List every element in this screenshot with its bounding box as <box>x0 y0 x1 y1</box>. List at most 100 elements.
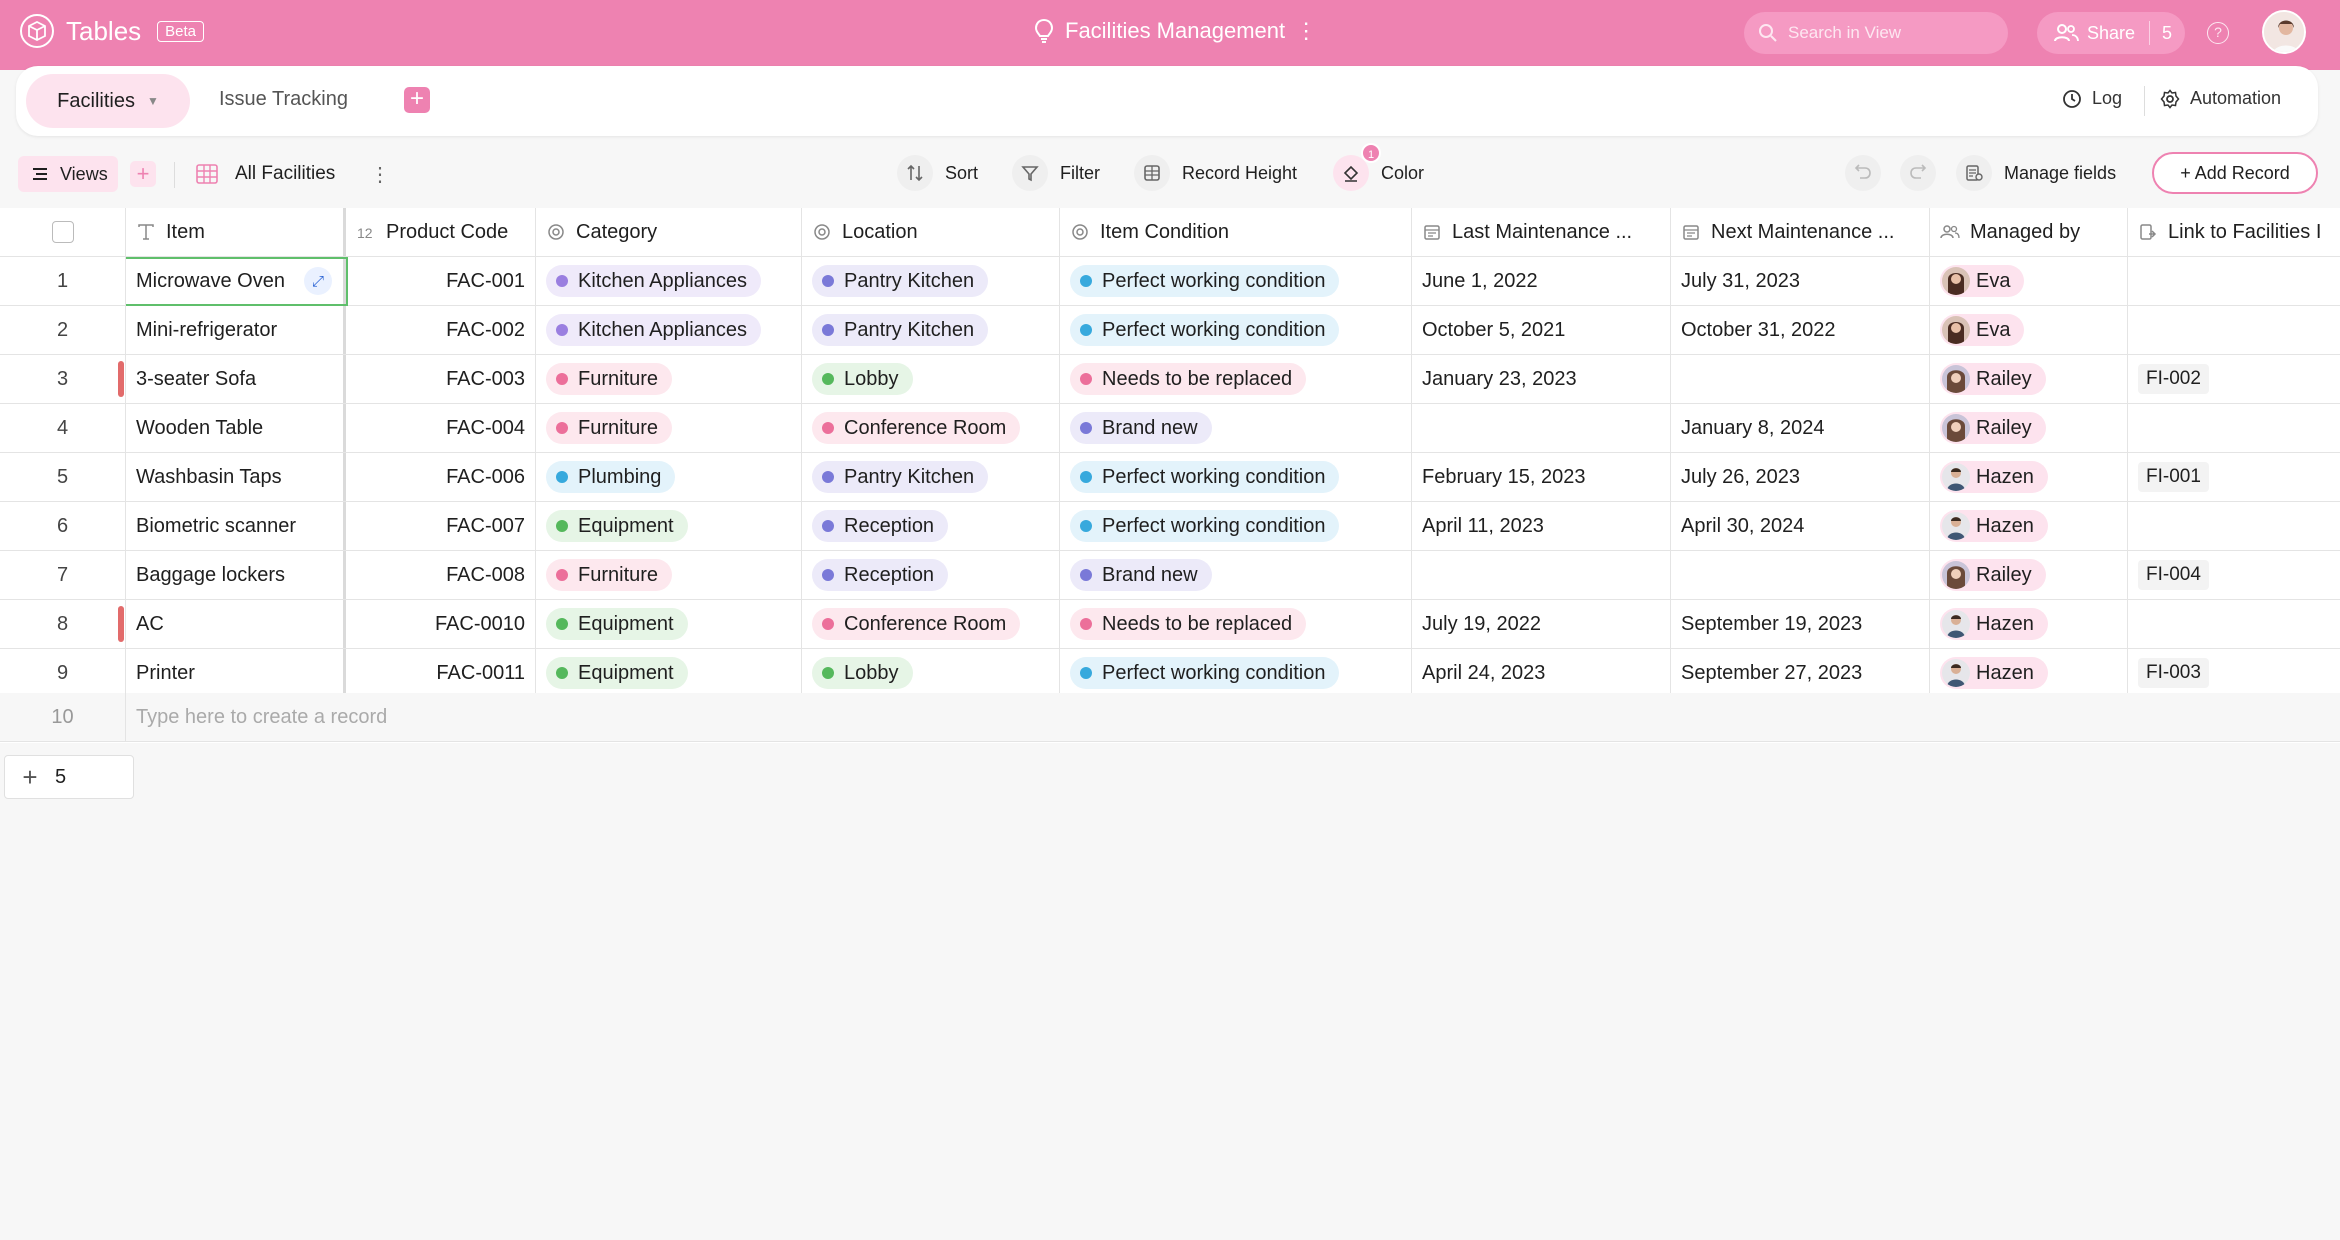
cell-category[interactable]: Kitchen Appliances <box>536 306 802 354</box>
base-menu-icon[interactable]: ⋮ <box>1295 18 1317 44</box>
table-row[interactable]: 1 Microwave Oven FAC-001 Kitchen Appliances… <box>0 257 2340 306</box>
cell-managed-by[interactable]: Railey <box>1930 404 2128 452</box>
cell-item-condition[interactable]: Perfect working condition <box>1060 502 1412 550</box>
redo-button[interactable] <box>1900 155 1936 191</box>
cell-item[interactable]: Printer <box>126 649 346 697</box>
cell-link-to-facilities[interactable] <box>2128 257 2340 305</box>
chevron-down-icon[interactable]: ▼ <box>147 94 159 108</box>
linked-record-chip[interactable]: FI-004 <box>2138 560 2209 590</box>
add-view-button[interactable]: + <box>130 161 156 187</box>
cell-next-maintenance[interactable]: April 30, 2024 <box>1671 502 1930 550</box>
cell-managed-by[interactable]: Hazen <box>1930 649 2128 697</box>
select-all[interactable] <box>0 208 126 256</box>
cell-next-maintenance[interactable] <box>1671 355 1930 403</box>
tab-issue-tracking[interactable]: Issue Tracking <box>219 88 348 111</box>
cell-next-maintenance[interactable] <box>1671 551 1930 599</box>
cell-product-code[interactable]: FAC-0011 <box>346 649 536 697</box>
current-view[interactable]: All Facilities <box>195 162 335 186</box>
cell-item-condition[interactable]: Perfect working condition <box>1060 453 1412 501</box>
column-header-next-maintenance[interactable]: Next Maintenance ... <box>1671 208 1930 256</box>
cell-next-maintenance[interactable]: July 26, 2023 <box>1671 453 1930 501</box>
cell-last-maintenance[interactable]: October 5, 2021 <box>1412 306 1671 354</box>
cell-link-to-facilities[interactable] <box>2128 306 2340 354</box>
color-button[interactable]: 1 Color <box>1333 143 1424 191</box>
add-record-button[interactable]: + Add Record <box>2152 152 2318 194</box>
expand-record-icon[interactable]: ⤢ <box>304 267 332 295</box>
cell-next-maintenance[interactable]: July 31, 2023 <box>1671 257 1930 305</box>
cell-last-maintenance[interactable]: February 15, 2023 <box>1412 453 1671 501</box>
cell-location[interactable]: Lobby <box>802 355 1060 403</box>
cell-item-condition[interactable]: Perfect working condition <box>1060 257 1412 305</box>
cell-link-to-facilities[interactable]: FI-004 <box>2128 551 2340 599</box>
log-button[interactable]: Log <box>2062 88 2122 109</box>
cell-managed-by[interactable]: Eva <box>1930 306 2128 354</box>
cell-item[interactable]: 3-seater Sofa <box>126 355 346 403</box>
new-record-input[interactable]: Type here to create a record <box>126 693 426 741</box>
cell-managed-by[interactable]: Hazen <box>1930 502 2128 550</box>
cell-next-maintenance[interactable]: September 27, 2023 <box>1671 649 1930 697</box>
cell-last-maintenance[interactable] <box>1412 404 1671 452</box>
cell-product-code[interactable]: FAC-006 <box>346 453 536 501</box>
cell-category[interactable]: Plumbing <box>536 453 802 501</box>
column-header-last-maintenance[interactable]: Last Maintenance ... <box>1412 208 1671 256</box>
cell-location[interactable]: Pantry Kitchen <box>802 453 1060 501</box>
cell-managed-by[interactable]: Hazen <box>1930 600 2128 648</box>
table-row[interactable]: 6 Biometric scanner FAC-007 Equipment Recept… <box>0 502 2340 551</box>
cell-category[interactable]: Furniture <box>536 404 802 452</box>
table-row[interactable]: 8 AC FAC-0010 Equipment Conference Room Needs… <box>0 600 2340 649</box>
table-row[interactable]: 2 Mini-refrigerator FAC-002 Kitchen Applian… <box>0 306 2340 355</box>
cell-next-maintenance[interactable]: October 31, 2022 <box>1671 306 1930 354</box>
cell-category[interactable]: Equipment <box>536 600 802 648</box>
cell-product-code[interactable]: FAC-007 <box>346 502 536 550</box>
cell-category[interactable]: Equipment <box>536 502 802 550</box>
cell-item-condition[interactable]: Brand new <box>1060 404 1412 452</box>
column-header-category[interactable]: Category <box>536 208 802 256</box>
cell-last-maintenance[interactable]: July 19, 2022 <box>1412 600 1671 648</box>
cell-last-maintenance[interactable]: June 1, 2022 <box>1412 257 1671 305</box>
record-height-button[interactable]: Record Height <box>1134 155 1297 191</box>
cell-category[interactable]: Furniture <box>536 551 802 599</box>
table-row[interactable]: 3 3-seater Sofa FAC-003 Furniture Lobby Needs… <box>0 355 2340 404</box>
column-header-item-condition[interactable]: Item Condition <box>1060 208 1412 256</box>
search-input[interactable]: Search in View <box>1744 12 2008 54</box>
cell-product-code[interactable]: FAC-008 <box>346 551 536 599</box>
cell-location[interactable]: Conference Room <box>802 404 1060 452</box>
table-row[interactable]: 4 Wooden Table FAC-004 Furniture Conference … <box>0 404 2340 453</box>
cell-managed-by[interactable]: Eva <box>1930 257 2128 305</box>
cell-item[interactable]: Washbasin Taps <box>126 453 346 501</box>
cell-item-condition[interactable]: Perfect working condition <box>1060 306 1412 354</box>
cell-location[interactable]: Pantry Kitchen <box>802 306 1060 354</box>
cell-last-maintenance[interactable]: January 23, 2023 <box>1412 355 1671 403</box>
cell-location[interactable]: Reception <box>802 551 1060 599</box>
cell-last-maintenance[interactable]: April 24, 2023 <box>1412 649 1671 697</box>
linked-record-chip[interactable]: FI-003 <box>2138 658 2209 688</box>
cell-item-condition[interactable]: Needs to be replaced <box>1060 355 1412 403</box>
column-header-managed-by[interactable]: Managed by <box>1930 208 2128 256</box>
cell-category[interactable]: Kitchen Appliances <box>536 257 802 305</box>
cell-product-code[interactable]: FAC-003 <box>346 355 536 403</box>
cell-next-maintenance[interactable]: January 8, 2024 <box>1671 404 1930 452</box>
cell-location[interactable]: Pantry Kitchen <box>802 257 1060 305</box>
cell-item-condition[interactable]: Perfect working condition <box>1060 649 1412 697</box>
cell-product-code[interactable]: FAC-001 <box>346 257 536 305</box>
brand[interactable]: Tables Beta <box>20 14 205 48</box>
sort-button[interactable]: Sort <box>897 155 978 191</box>
cell-managed-by[interactable]: Railey <box>1930 355 2128 403</box>
cell-link-to-facilities[interactable] <box>2128 404 2340 452</box>
base-title[interactable]: Facilities Management ⋮ <box>1033 18 1317 44</box>
cell-location[interactable]: Conference Room <box>802 600 1060 648</box>
column-header-location[interactable]: Location <box>802 208 1060 256</box>
column-header-link-to-facilities[interactable]: Link to Facilities I <box>2128 208 2340 256</box>
cell-item-condition[interactable]: Brand new <box>1060 551 1412 599</box>
table-row[interactable]: 5 Washbasin Taps FAC-006 Plumbing Pantry Kit… <box>0 453 2340 502</box>
cell-managed-by[interactable]: Railey <box>1930 551 2128 599</box>
user-avatar[interactable] <box>2262 10 2306 54</box>
help-icon[interactable]: ? <box>2207 22 2229 44</box>
linked-record-chip[interactable]: FI-001 <box>2138 462 2209 492</box>
table-row[interactable]: 7 Baggage lockers FAC-008 Furniture Receptio… <box>0 551 2340 600</box>
view-menu-icon[interactable]: ⋮ <box>370 162 390 187</box>
cell-link-to-facilities[interactable]: FI-002 <box>2128 355 2340 403</box>
cell-item[interactable]: Wooden Table <box>126 404 346 452</box>
add-table-button[interactable]: + <box>404 87 430 113</box>
linked-record-chip[interactable]: FI-002 <box>2138 364 2209 394</box>
